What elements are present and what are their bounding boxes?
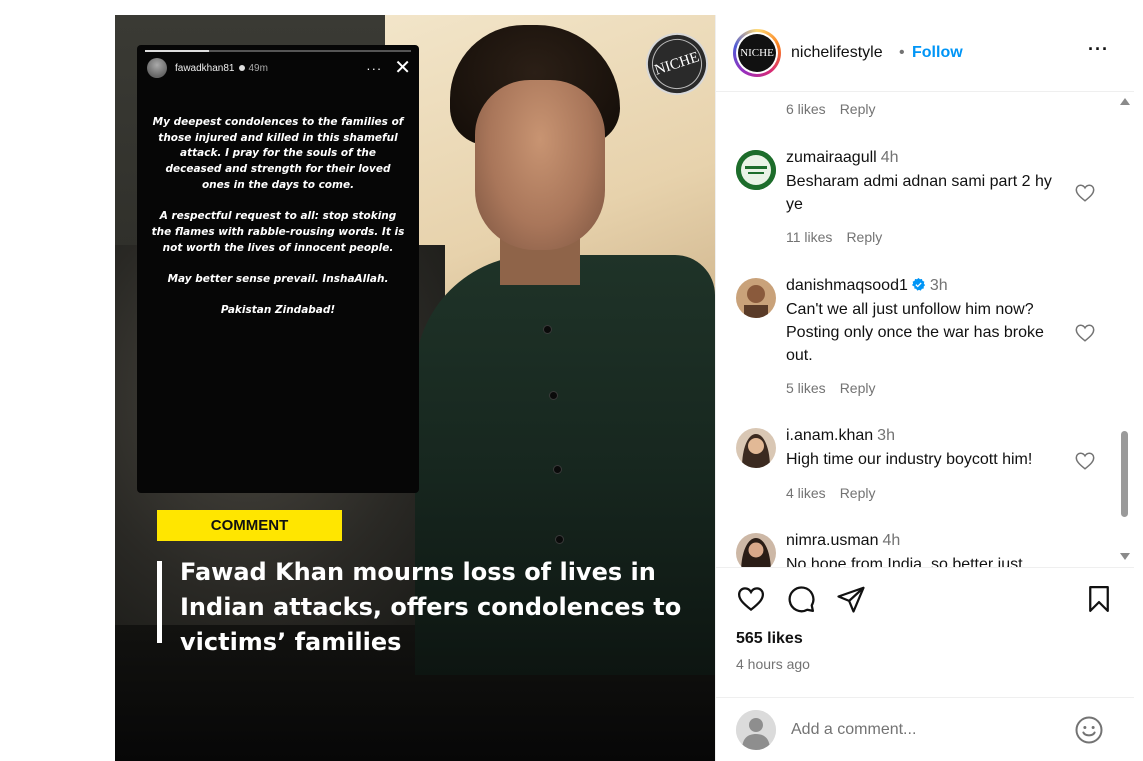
comment-item: danishmaqsood1 3h Can't we all just unfol… — [716, 276, 1134, 406]
like-comment-heart-icon[interactable] — [1074, 322, 1096, 344]
comment-meta: 5 likes Reply — [786, 380, 875, 396]
comment-text: Can't we all just unfollow him now? Post… — [786, 301, 1044, 364]
comment-time[interactable]: 4h — [882, 532, 900, 549]
comment-likes[interactable]: 6 likes — [786, 101, 826, 117]
smiley-icon[interactable] — [1074, 715, 1104, 745]
comment-item: nimra.usman 4h No hope from India, so bet… — [716, 531, 1134, 567]
comment-time[interactable]: 3h — [877, 427, 895, 444]
comment-text: No hope from India, so better just — [786, 556, 1023, 567]
story-message: My deepest condolences to the families o… — [151, 115, 405, 335]
post-actions: 565 likes 4 hours ago — [716, 567, 1134, 687]
story-screenshot: fawadkhan81 49m ··· ✕ My deepest condole… — [137, 45, 419, 493]
comment-username[interactable]: i.anam.khan — [786, 427, 873, 444]
comment-item: zumairaagull 4h Besharam admi adnan sami … — [716, 148, 1134, 258]
scroll-up-arrow-icon[interactable] — [1120, 98, 1130, 105]
reply-button[interactable]: Reply — [846, 229, 882, 245]
story-header: fawadkhan81 49m ··· ✕ — [147, 57, 411, 79]
reply-button[interactable]: Reply — [840, 485, 876, 501]
comment-avatar[interactable] — [736, 150, 776, 190]
bookmark-icon[interactable] — [1084, 584, 1114, 614]
story-paragraph: May better sense prevail. InshaAllah. — [167, 273, 389, 285]
scroll-thumb[interactable] — [1121, 431, 1128, 517]
follow-button[interactable]: Follow — [912, 44, 963, 62]
comment-text: High time our industry boycott him! — [786, 451, 1033, 468]
current-user-avatar — [736, 710, 776, 750]
reply-button[interactable]: Reply — [840, 101, 876, 117]
comments-list[interactable]: 6 likes Reply zumairaagull 4h Besharam adm… — [716, 93, 1134, 567]
paper-plane-icon[interactable] — [836, 584, 866, 614]
post-photo-subject — [415, 25, 715, 675]
comment-time[interactable]: 3h — [930, 277, 948, 294]
author-username[interactable]: nichelifestyle — [791, 44, 883, 62]
story-avatar — [147, 58, 167, 78]
story-progress-bar — [145, 50, 411, 52]
story-paragraph: My deepest condolences to the families o… — [152, 116, 404, 191]
reply-button[interactable]: Reply — [840, 380, 876, 396]
like-comment-heart-icon[interactable] — [1074, 182, 1096, 204]
comment-avatar[interactable] — [736, 428, 776, 468]
verified-badge-icon — [911, 277, 925, 291]
story-verified-icon — [238, 65, 245, 71]
story-close-icon: ✕ — [394, 57, 411, 79]
comments-scrollbar[interactable] — [1117, 93, 1131, 567]
comment-icon[interactable] — [786, 584, 816, 614]
comment-likes[interactable]: 5 likes — [786, 380, 826, 396]
like-comment-heart-icon[interactable] — [1074, 450, 1096, 472]
comment-avatar[interactable] — [736, 533, 776, 567]
like-count[interactable]: 565 likes — [736, 630, 803, 648]
comment-meta: 4 likes Reply — [786, 485, 875, 501]
post-headline: Fawad Khan mourns loss of lives in India… — [180, 558, 682, 656]
heart-icon[interactable] — [736, 584, 766, 614]
post-side-panel: NICHE nichelifestyle • Follow ··· 6 like… — [715, 15, 1134, 761]
comment-username[interactable]: danishmaqsood1 — [786, 277, 908, 294]
comment-likes[interactable]: 4 likes — [786, 485, 826, 501]
story-paragraph: Pakistan Zindabad! — [220, 304, 336, 317]
author-avatar[interactable]: NICHE — [733, 29, 781, 77]
post-header: NICHE nichelifestyle • Follow ··· — [716, 15, 1134, 92]
more-options-icon[interactable]: ··· — [1088, 39, 1109, 60]
story-more-icon: ··· — [366, 60, 383, 76]
add-comment-input[interactable] — [791, 718, 1061, 742]
comment-meta: 11 likes Reply — [786, 229, 882, 245]
comment-text: Besharam admi adnan sami part 2 hy ye — [786, 173, 1052, 213]
headline-accent-bar — [157, 561, 162, 643]
comment-avatar[interactable] — [736, 278, 776, 318]
scroll-down-arrow-icon[interactable] — [1120, 553, 1130, 560]
add-comment-bar — [716, 697, 1134, 761]
comment-likes[interactable]: 11 likes — [786, 229, 832, 245]
story-time: 49m — [248, 62, 268, 74]
comment-username[interactable]: nimra.usman — [786, 532, 878, 549]
story-username: fawadkhan81 — [175, 62, 235, 74]
comment-meta: 6 likes Reply — [786, 101, 875, 117]
comment-time[interactable]: 4h — [881, 149, 899, 166]
post-media[interactable]: NICHE fawadkhan81 49m ··· ✕ My deepest c… — [115, 15, 715, 761]
comment-tag: COMMENT — [157, 510, 342, 541]
comment-username[interactable]: zumairaagull — [786, 149, 877, 166]
post-timestamp[interactable]: 4 hours ago — [736, 656, 810, 672]
comment-item: i.anam.khan 3h High time our industry boy… — [716, 426, 1134, 516]
header-separator: • — [899, 44, 905, 61]
instagram-post-modal: NICHE fawadkhan81 49m ··· ✕ My deepest c… — [0, 0, 1143, 761]
story-paragraph: A respectful request to all: stop stokin… — [151, 210, 405, 254]
